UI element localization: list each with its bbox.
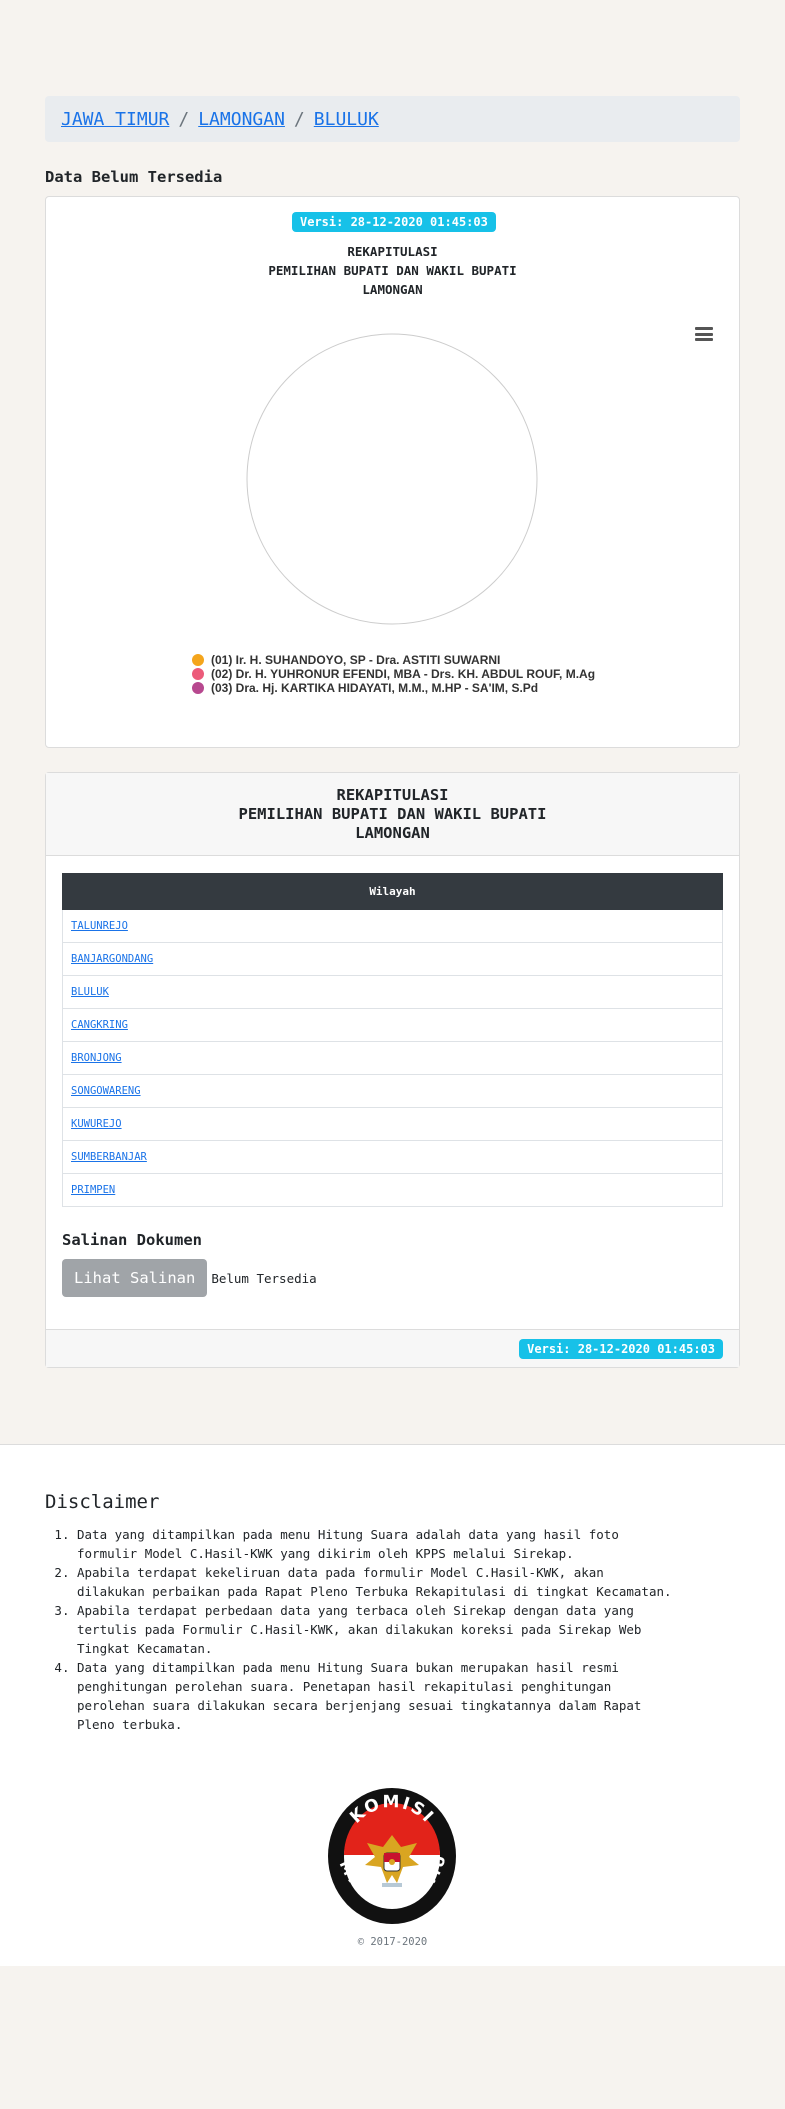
legend-label: (02) Dr. H. YUHRONUR EFENDI, MBA - Drs. … <box>211 667 596 681</box>
region-cell: SUMBERBANJAR <box>62 1140 723 1174</box>
table-row: TALUNREJO <box>62 909 723 943</box>
region-cell: BLULUK <box>62 975 723 1009</box>
table-row: CANGKRING <box>62 1008 723 1042</box>
breadcrumb-separator: / <box>293 108 305 130</box>
table-card-header: REKAPITULASI PEMILIHAN BUPATI DAN WAKIL … <box>46 773 739 856</box>
chart-card: Versi: 28-12-2020 01:45:03 REKAPITULASI … <box>45 196 740 748</box>
copyright: © 2017-2020 <box>357 1936 428 1948</box>
disclaimer-item: Apabila terdapat perbedaan data yang ter… <box>77 1601 677 1658</box>
region-link[interactable]: SONGOWARENG <box>71 1085 141 1097</box>
legend-item[interactable]: (01) Ir. H. SUHANDOYO, SP - Dra. ASTITI … <box>192 653 595 667</box>
page-footer: Disclaimer Data yang ditampilkan pada me… <box>0 1444 785 1966</box>
table-row: PRIMPEN <box>62 1173 723 1207</box>
disclaimer-item: Data yang ditampilkan pada menu Hitung S… <box>77 1525 677 1563</box>
region-cell: BRONJONG <box>62 1041 723 1075</box>
table-row: KUWUREJO <box>62 1107 723 1141</box>
legend-item[interactable]: (03) Dra. Hj. KARTIKA HIDAYATI, M.M., M.… <box>192 681 595 695</box>
table-row: SONGOWARENG <box>62 1074 723 1108</box>
chart-legend: (01) Ir. H. SUHANDOYO, SP - Dra. ASTITI … <box>192 653 595 695</box>
version-badge: Versi: 28-12-2020 01:45:03 <box>519 1338 723 1359</box>
disclaimer-item: Data yang ditampilkan pada menu Hitung S… <box>77 1658 677 1734</box>
region-table: Wilayah TALUNREJO BANJARGONDANG BLULUK CANG… <box>62 873 723 1207</box>
table-title-line3: LAMONGAN <box>355 823 430 842</box>
region-link[interactable]: BANJARGONDANG <box>71 953 153 965</box>
legend-item[interactable]: (02) Dr. H. YUHRONUR EFENDI, MBA - Drs. … <box>192 667 595 681</box>
table-title-line2: PEMILIHAN BUPATI DAN WAKIL BUPATI <box>238 804 547 823</box>
legend-label: (01) Ir. H. SUHANDOYO, SP - Dra. ASTITI … <box>211 653 501 667</box>
region-cell: TALUNREJO <box>62 909 723 943</box>
region-cell: SONGOWARENG <box>62 1074 723 1108</box>
region-cell: BANJARGONDANG <box>62 942 723 976</box>
region-link[interactable]: SUMBERBANJAR <box>71 1151 147 1163</box>
data-status-text: Data Belum Tersedia <box>45 168 223 186</box>
disclaimer-item: Apabila terdapat kekeliruan data pada fo… <box>77 1563 677 1601</box>
legend-marker-icon <box>192 682 204 694</box>
legend-marker-icon <box>192 654 204 666</box>
pie-outline <box>246 333 538 625</box>
column-header-wilayah: Wilayah <box>62 873 723 910</box>
region-cell: PRIMPEN <box>62 1173 723 1207</box>
legend-label: (03) Dra. Hj. KARTIKA HIDAYATI, M.M., M.… <box>211 681 539 695</box>
recap-table-card: REKAPITULASI PEMILIHAN BUPATI DAN WAKIL … <box>45 772 740 1368</box>
disclaimer-title: Disclaimer <box>45 1491 160 1513</box>
table-row: BRONJONG <box>62 1041 723 1075</box>
region-cell: KUWUREJO <box>62 1107 723 1141</box>
region-link[interactable]: BLULUK <box>71 986 109 998</box>
breadcrumb-separator: / <box>178 108 190 130</box>
table-row: BANJARGONDANG <box>62 942 723 976</box>
region-link[interactable]: TALUNREJO <box>71 920 128 932</box>
breadcrumb-regency-link[interactable]: LAMONGAN <box>198 109 285 130</box>
region-link[interactable]: CANGKRING <box>71 1019 128 1031</box>
table-card-footer: Versi: 28-12-2020 01:45:03 <box>46 1329 739 1367</box>
table-title-line1: REKAPITULASI <box>336 785 449 804</box>
legend-marker-icon <box>192 668 204 680</box>
table-row: BLULUK <box>62 975 723 1009</box>
disclaimer-list: Data yang ditampilkan pada menu Hitung S… <box>45 1525 677 1734</box>
breadcrumb: JAWA TIMUR / LAMONGAN / BLULUK <box>45 96 740 142</box>
table-row: SUMBERBANJAR <box>62 1140 723 1174</box>
region-link[interactable]: BRONJONG <box>71 1052 122 1064</box>
breadcrumb-province-link[interactable]: JAWA TIMUR <box>61 109 169 130</box>
region-cell: CANGKRING <box>62 1008 723 1042</box>
lihat-salinan-button[interactable]: Lihat Salinan <box>62 1259 208 1297</box>
region-link[interactable]: KUWUREJO <box>71 1118 122 1130</box>
breadcrumb-district-link[interactable]: BLULUK <box>314 109 379 130</box>
region-link[interactable]: PRIMPEN <box>71 1184 115 1196</box>
salinan-status: Belum Tersedia <box>211 1270 317 1286</box>
salinan-title: Salinan Dokumen <box>62 1231 202 1249</box>
kpu-logo: KOMISI PEMILIHAN UMUM <box>327 1787 456 1924</box>
